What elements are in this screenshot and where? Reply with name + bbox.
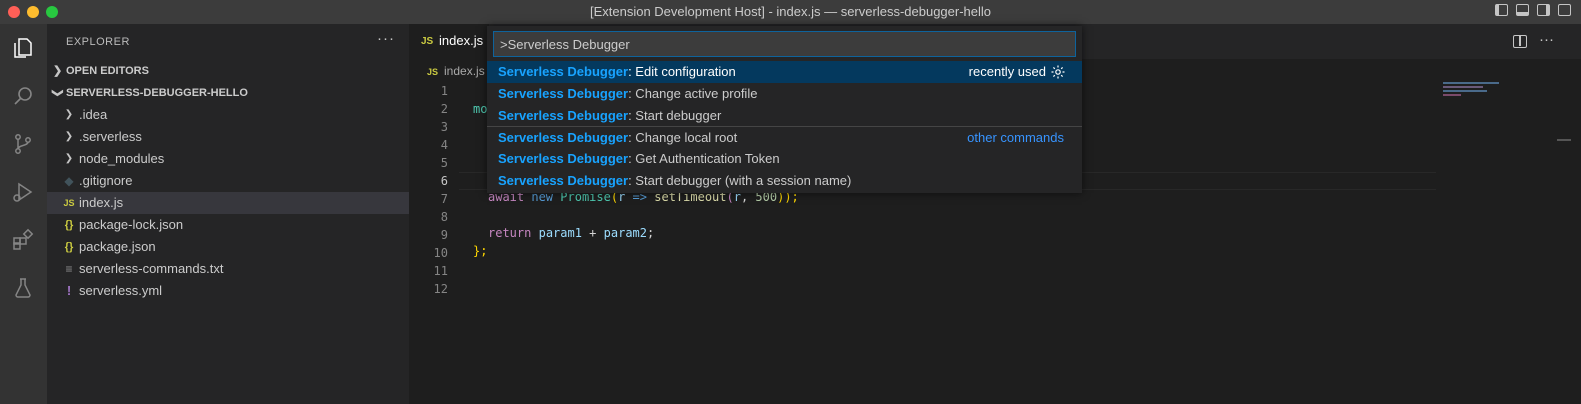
testing-icon[interactable] (9, 274, 37, 302)
command-palette-input[interactable] (493, 31, 1076, 57)
section-label: OPEN EDITORS (66, 65, 149, 77)
split-editor-icon[interactable] (1513, 35, 1527, 48)
file-tree-item[interactable]: ❯ .serverless (47, 126, 409, 148)
line-number: 5 (440, 156, 448, 170)
minimap[interactable] (1441, 80, 1559, 110)
file-tree-item[interactable]: ❯ node_modules (47, 148, 409, 170)
line-number: 7 (440, 192, 448, 206)
javascript-file-icon: JS (421, 36, 434, 47)
text-file-icon: ≡ (65, 262, 73, 276)
toggle-panel-icon[interactable] (1516, 4, 1529, 16)
javascript-file-icon: JS (427, 67, 439, 77)
layout-controls (1495, 4, 1571, 16)
file-tree-item[interactable]: {} package-lock.json (47, 214, 409, 236)
search-icon[interactable] (9, 82, 37, 110)
line-number: 12 (433, 282, 448, 296)
window-title: [Extension Development Host] - index.js … (589, 4, 992, 19)
file-tree-item[interactable]: ◆ .gitignore (47, 170, 409, 192)
command-item-change-local-root[interactable]: Serverless Debugger: Change local root o… (487, 127, 1082, 149)
more-actions-icon[interactable]: ··· (377, 30, 395, 47)
customize-layout-icon[interactable] (1558, 4, 1571, 16)
extensions-icon[interactable] (9, 226, 37, 254)
toggle-secondary-sidebar-icon[interactable] (1537, 4, 1550, 16)
chevron-right-icon: ❯ (64, 109, 74, 120)
yaml-file-icon: ! (66, 283, 72, 298)
activity-bar (0, 24, 47, 404)
title-bar: [Extension Development Host] - index.js … (0, 0, 1581, 24)
file-tree-item[interactable]: ≡ serverless-commands.txt (47, 258, 409, 280)
command-item-change-active-profile[interactable]: Serverless Debugger: Change active profi… (487, 83, 1082, 105)
line-number: 1 (440, 84, 448, 98)
explorer-sidebar: EXPLORER ··· ❯ OPEN EDITORS ❯ SERVERLESS… (47, 24, 409, 404)
line-number: 4 (440, 138, 448, 152)
command-item-get-authentication-token[interactable]: Serverless Debugger: Get Authentication … (487, 148, 1082, 170)
line-number-active: 6 (440, 174, 448, 188)
recently-used-label: recently used (968, 64, 1046, 79)
run-debug-icon[interactable] (9, 178, 37, 206)
explorer-icon[interactable] (9, 34, 37, 62)
breadcrumb-file: index.js (444, 64, 485, 78)
command-item-start-debugger-session[interactable]: Serverless Debugger: Start debugger (wit… (487, 170, 1082, 192)
section-open-editors[interactable]: ❯ OPEN EDITORS (47, 60, 409, 82)
git-file-icon: ◆ (64, 174, 74, 188)
line-number: 2 (440, 102, 448, 116)
other-commands-label: other commands (967, 130, 1064, 145)
file-tree-item[interactable]: ❯ .idea (47, 104, 409, 126)
section-project[interactable]: ❯ SERVERLESS-DEBUGGER-HELLO (47, 82, 409, 104)
tab-label: index.js (439, 33, 484, 48)
command-item-start-debugger[interactable]: Serverless Debugger: Start debugger (487, 105, 1082, 127)
code-line[interactable]: return param1 + param2; (488, 224, 654, 242)
json-file-icon: {} (64, 241, 74, 253)
vertical-scrollbar[interactable] (1557, 59, 1571, 404)
section-label: SERVERLESS-DEBUGGER-HELLO (66, 87, 248, 99)
chevron-right-icon: ❯ (64, 153, 74, 164)
toggle-primary-sidebar-icon[interactable] (1495, 4, 1508, 16)
code-line[interactable]: mo (473, 100, 487, 118)
line-number: 11 (433, 264, 448, 278)
json-file-icon: {} (64, 219, 74, 231)
breadcrumb[interactable]: JS index.js (427, 64, 485, 78)
line-number: 3 (440, 120, 448, 134)
line-number: 10 (433, 246, 448, 260)
file-tree-item-selected[interactable]: JS index.js (47, 192, 409, 214)
chevron-right-icon: ❯ (53, 65, 63, 77)
code-line[interactable]: }; (473, 242, 487, 260)
file-tree-item[interactable]: {} package.json (47, 236, 409, 258)
line-number: 9 (440, 228, 448, 242)
more-actions-icon[interactable]: ··· (1539, 31, 1554, 48)
chevron-right-icon: ❯ (64, 131, 74, 142)
sidebar-title: EXPLORER (66, 36, 130, 48)
command-palette: Serverless Debugger: Edit configuration … (487, 26, 1082, 193)
line-number: 8 (440, 210, 448, 224)
command-item-edit-configuration[interactable]: Serverless Debugger: Edit configuration … (487, 61, 1082, 83)
tab-index-js[interactable]: JS index.js (409, 24, 489, 59)
file-tree-item[interactable]: ! serverless.yml (47, 280, 409, 302)
javascript-file-icon: JS (63, 198, 75, 208)
source-control-icon[interactable] (9, 130, 37, 158)
